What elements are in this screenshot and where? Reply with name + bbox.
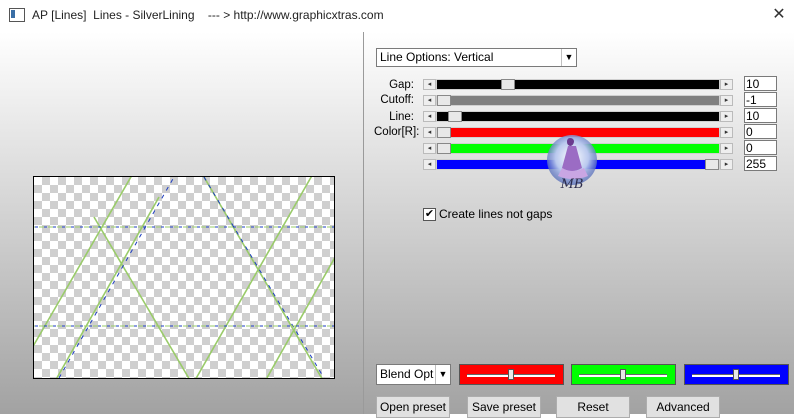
panel-divider — [363, 32, 364, 414]
green-value[interactable]: 0 — [744, 140, 777, 155]
slider-thumb[interactable] — [508, 369, 514, 380]
blend-red-slider[interactable] — [459, 364, 564, 385]
chevron-down-icon: ▼ — [561, 49, 576, 66]
blend-green-slider[interactable] — [571, 364, 676, 385]
logo-text: MB — [560, 177, 584, 192]
slider-thumb[interactable] — [437, 143, 451, 154]
preview-canvas — [33, 176, 335, 379]
arrow-left-icon[interactable]: ◂ — [423, 159, 436, 170]
red-value[interactable]: 0 — [744, 124, 777, 139]
line-slider[interactable]: ◂ ▸ — [423, 111, 733, 122]
watermark-logo: MB — [547, 135, 597, 192]
slider-thumb[interactable] — [733, 369, 739, 380]
create-lines-checkbox[interactable]: ✔ — [423, 208, 436, 221]
arrow-right-icon[interactable]: ▸ — [720, 159, 733, 170]
line-value[interactable]: 10 — [744, 108, 777, 123]
window-title: AP [Lines] Lines - SilverLining --- > ht… — [32, 8, 384, 22]
slider-track — [437, 112, 719, 121]
cutoff-value[interactable]: -1 — [744, 92, 777, 107]
cutoff-label: Cutoff: — [380, 94, 414, 106]
arrow-left-icon[interactable]: ◂ — [423, 143, 436, 154]
slider-thumb[interactable] — [448, 111, 462, 122]
blend-options-dropdown[interactable]: Blend Optio ▼ — [376, 364, 451, 385]
close-button[interactable]: ✕ — [766, 4, 792, 26]
slider-thumb[interactable] — [501, 79, 515, 90]
line-options-value: Line Options: Vertical — [380, 50, 494, 64]
gap-label: Gap: — [389, 79, 414, 91]
arrow-left-icon[interactable]: ◂ — [423, 127, 436, 138]
slider-track — [437, 96, 719, 105]
slider-thumb[interactable] — [437, 127, 451, 138]
app-window-icon — [9, 8, 25, 22]
dialog-body: Line Options: Vertical ▼ Gap: Cutoff: Li… — [0, 32, 794, 418]
slider-track — [437, 80, 719, 89]
blend-options-value: Blend Optio — [380, 367, 434, 381]
arrow-left-icon[interactable]: ◂ — [423, 79, 436, 90]
gap-value[interactable]: 10 — [744, 76, 777, 91]
create-lines-label: Create lines not gaps — [439, 207, 553, 221]
blend-blue-slider[interactable] — [684, 364, 789, 385]
slider-thumb[interactable] — [705, 159, 719, 170]
arrow-right-icon[interactable]: ▸ — [720, 143, 733, 154]
arrow-left-icon[interactable]: ◂ — [423, 95, 436, 106]
save-preset-button[interactable]: Save preset — [467, 396, 541, 418]
arrow-left-icon[interactable]: ◂ — [423, 111, 436, 122]
line-options-dropdown[interactable]: Line Options: Vertical ▼ — [376, 48, 577, 67]
color-r-label: Color[R]: — [374, 126, 420, 138]
slider-thumb[interactable] — [437, 95, 451, 106]
blue-value[interactable]: 255 — [744, 156, 777, 171]
title-bar: AP [Lines] Lines - SilverLining --- > ht… — [0, 0, 794, 32]
gap-slider[interactable]: ◂ ▸ — [423, 79, 733, 90]
arrow-right-icon[interactable]: ▸ — [720, 111, 733, 122]
arrow-right-icon[interactable]: ▸ — [720, 127, 733, 138]
slider-thumb[interactable] — [620, 369, 626, 380]
line-label: Line: — [389, 111, 414, 123]
reset-button[interactable]: Reset — [556, 396, 630, 418]
open-preset-button[interactable]: Open preset — [376, 396, 450, 418]
advanced-button[interactable]: Advanced — [646, 396, 720, 418]
arrow-right-icon[interactable]: ▸ — [720, 79, 733, 90]
arrow-right-icon[interactable]: ▸ — [720, 95, 733, 106]
cutoff-slider[interactable]: ◂ ▸ — [423, 95, 733, 106]
preview-lines — [34, 177, 334, 378]
chevron-down-icon: ▼ — [435, 365, 450, 384]
